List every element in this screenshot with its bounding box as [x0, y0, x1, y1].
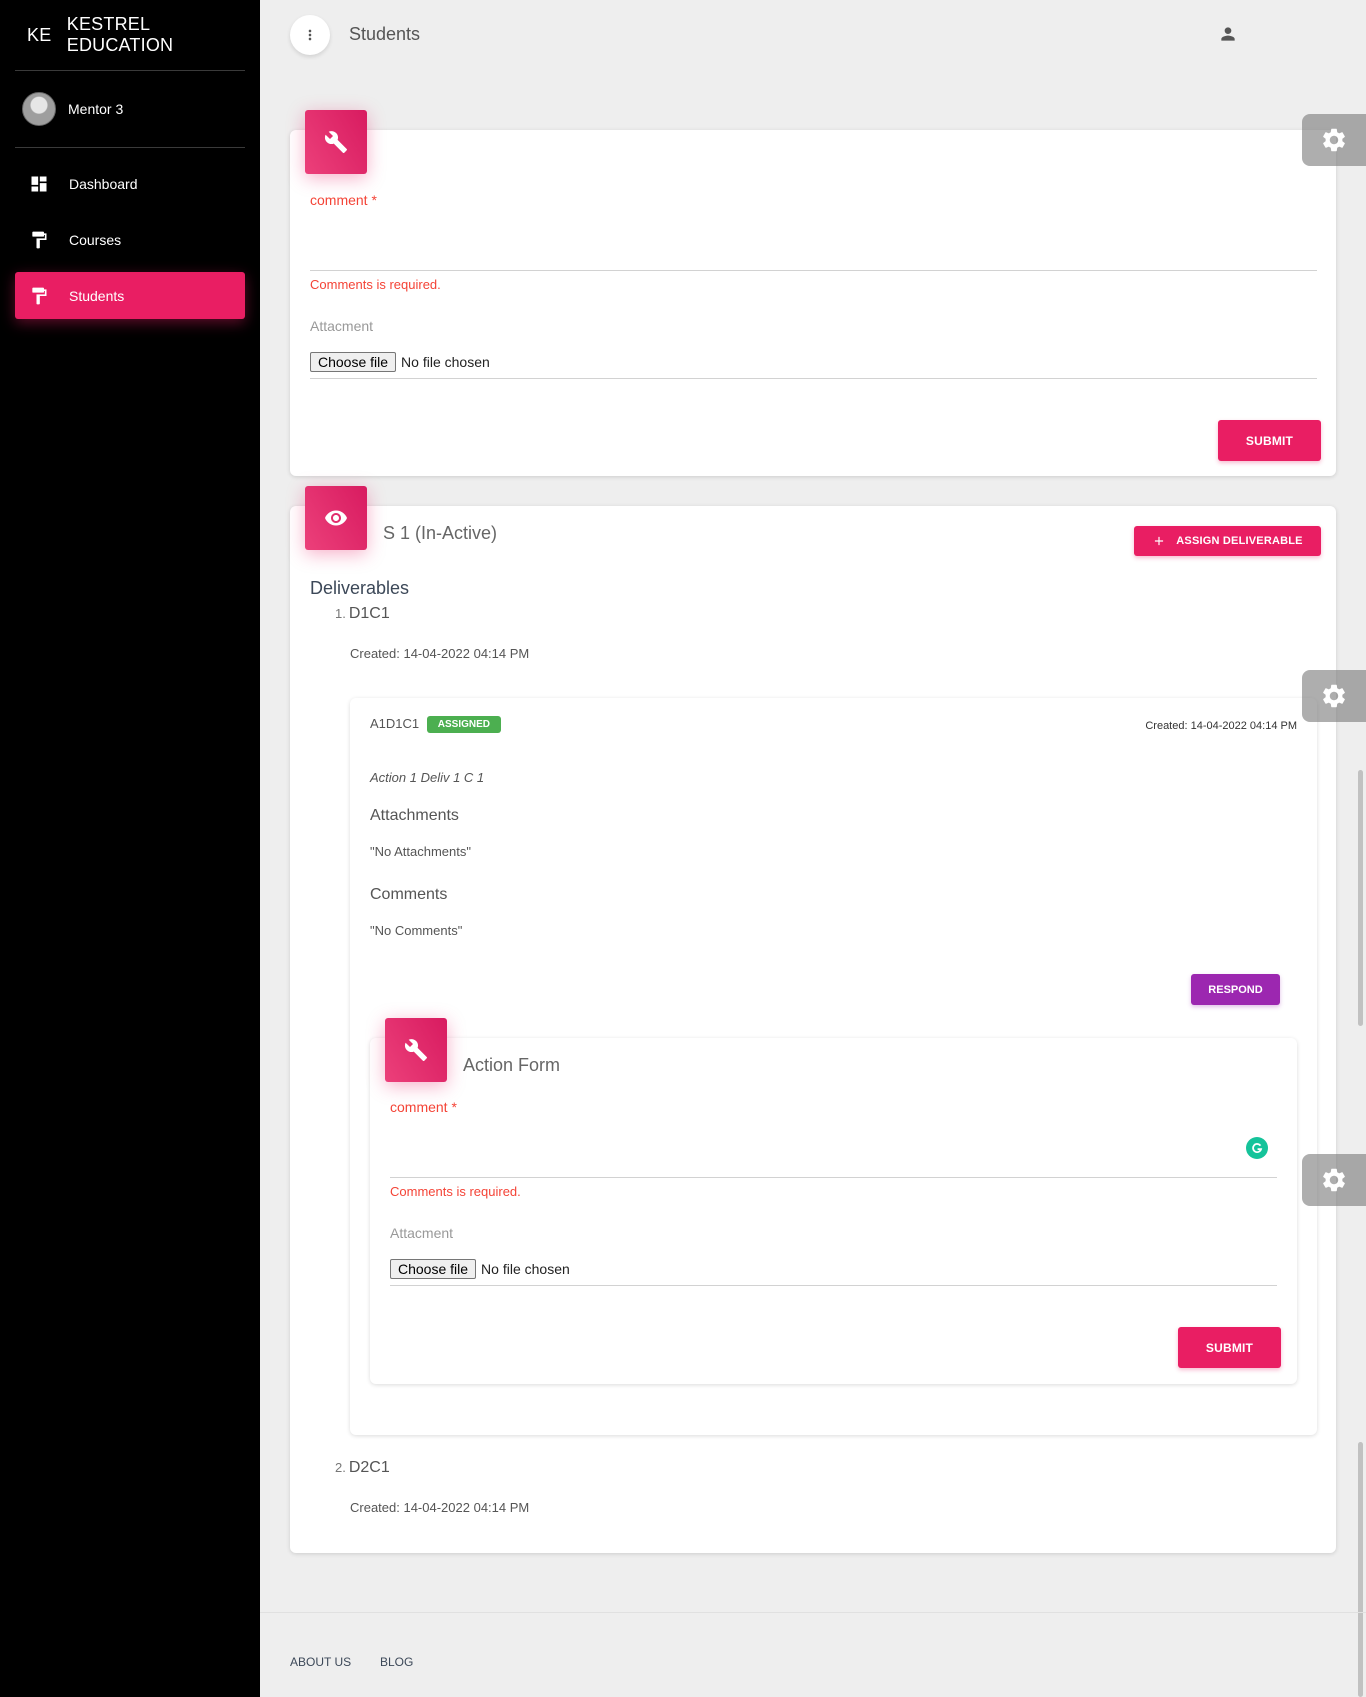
person-icon — [1221, 27, 1235, 41]
action-code: A1D1C1 — [370, 716, 420, 731]
scrollbar-thumb[interactable] — [1358, 770, 1363, 1026]
sidebar-toggle-button[interactable] — [290, 15, 330, 55]
assign-deliverable-label: ASSIGN DELIVERABLE — [1176, 535, 1303, 547]
avatar — [22, 92, 56, 126]
submit-button[interactable]: SUBMIT — [1178, 1327, 1281, 1368]
settings-toggle[interactable] — [1302, 1154, 1366, 1206]
deliverables-heading: Deliverables — [310, 578, 410, 598]
comment-underline — [310, 270, 1317, 271]
settings-toggle[interactable] — [1302, 670, 1366, 722]
list-item: 2. D2C1 — [335, 1459, 390, 1477]
comment-input[interactable] — [310, 214, 1317, 250]
deliverable-name: D1C1 — [348, 605, 390, 622]
attachments-value: "No Attachments" — [370, 844, 471, 859]
page-title: Students — [349, 24, 421, 44]
submit-button[interactable]: SUBMIT — [1218, 420, 1321, 461]
action-form-card: Action Form comment * Comments is requir… — [370, 1018, 1297, 1384]
comments-heading: Comments — [370, 886, 448, 903]
deliverable-name: D2C1 — [348, 1459, 390, 1476]
footer: ABOUT US BLOG — [260, 1612, 1366, 1697]
action-header: A1D1C1 ASSIGNED — [370, 716, 501, 734]
file-input[interactable]: Choose file No file chosen — [310, 352, 490, 372]
attachments-heading: Attachments — [370, 807, 459, 824]
brand-mini: KE — [27, 24, 52, 45]
gear-icon — [1323, 1168, 1345, 1192]
deliverable-created: Created: 14-04-2022 04:14 PM — [350, 1500, 530, 1515]
sidebar-item-label: Dashboard — [69, 175, 138, 192]
gear-icon — [1323, 128, 1345, 152]
list-item: 1. D1C1 — [335, 605, 390, 623]
action-description: Action 1 Deliv 1 C 1 — [370, 770, 485, 785]
attachment-label: Attacment — [390, 1225, 454, 1241]
sidebar-item-label: Courses — [69, 231, 122, 248]
comment-input[interactable] — [390, 1120, 1277, 1156]
assign-deliverable-button[interactable]: ASSIGN DELIVERABLE — [1134, 526, 1321, 556]
settings-toggle[interactable] — [1302, 114, 1366, 166]
comments-value: "No Comments" — [370, 923, 463, 938]
sidebar-nav: Dashboard Courses Students — [0, 148, 260, 319]
student-card: S 1 (In-Active) ASSIGN DELIVERABLE Deliv… — [290, 486, 1336, 1553]
plus-icon — [1155, 536, 1164, 546]
footer-link-about[interactable]: ABOUT US — [290, 1655, 351, 1669]
comment-form-card: comment * Comments is required. Attacmen… — [290, 110, 1336, 476]
brand[interactable]: KE KESTREL EDUCATION — [0, 0, 260, 70]
comment-label: comment * — [390, 1099, 457, 1115]
no-file-text: No file chosen — [481, 1261, 570, 1277]
file-underline — [390, 1285, 1277, 1286]
action-card: A1D1C1 ASSIGNED Created: 14-04-2022 04:1… — [350, 698, 1317, 1435]
dashboard-icon — [29, 174, 49, 194]
sidebar: KE KESTREL EDUCATION Mentor 3 Dashboard … — [0, 0, 260, 1697]
file-input[interactable]: Choose file No file chosen — [390, 1259, 570, 1279]
sidebar-item-students[interactable]: Students — [15, 272, 245, 319]
status-badge: ASSIGNED — [426, 716, 501, 734]
action-created: Created: 14-04-2022 04:14 PM — [1145, 720, 1297, 732]
choose-file-button[interactable]: Choose file — [310, 352, 397, 372]
attachment-label: Attacment — [310, 318, 374, 334]
footer-link-blog[interactable]: BLOG — [380, 1655, 413, 1669]
student-title: S 1 (In-Active) — [383, 523, 498, 543]
user-profile[interactable]: Mentor 3 — [0, 71, 260, 147]
comment-label: comment * — [310, 192, 377, 208]
action-form-title: Action Form — [463, 1055, 561, 1075]
account-button[interactable] — [1218, 24, 1238, 49]
topbar: Students — [260, 0, 1366, 70]
wrench-icon — [385, 1018, 447, 1082]
sidebar-item-courses[interactable]: Courses — [15, 216, 245, 263]
list-number: 1. — [335, 606, 346, 621]
comment-error: Comments is required. — [390, 1184, 521, 1199]
wrench-icon — [305, 110, 367, 174]
format-paint-icon — [29, 286, 49, 306]
respond-button[interactable]: RESPOND — [1191, 974, 1280, 1005]
more-vert-icon — [308, 29, 312, 41]
sidebar-item-label: Students — [69, 287, 125, 304]
deliverable-created: Created: 14-04-2022 04:14 PM — [350, 646, 530, 661]
sidebar-item-dashboard[interactable]: Dashboard — [15, 160, 245, 207]
user-name: Mentor 3 — [68, 101, 124, 117]
gear-icon — [1323, 684, 1345, 708]
grammarly-icon[interactable] — [1246, 1137, 1268, 1159]
brand-name: KESTREL EDUCATION — [66, 14, 174, 55]
eye-icon — [305, 486, 367, 550]
file-underline — [310, 378, 1317, 379]
comment-error: Comments is required. — [310, 277, 441, 292]
choose-file-button[interactable]: Choose file — [390, 1259, 477, 1279]
list-number: 2. — [335, 1460, 346, 1475]
no-file-text: No file chosen — [401, 354, 490, 370]
comment-underline — [390, 1177, 1277, 1178]
format-paint-icon — [29, 230, 49, 250]
